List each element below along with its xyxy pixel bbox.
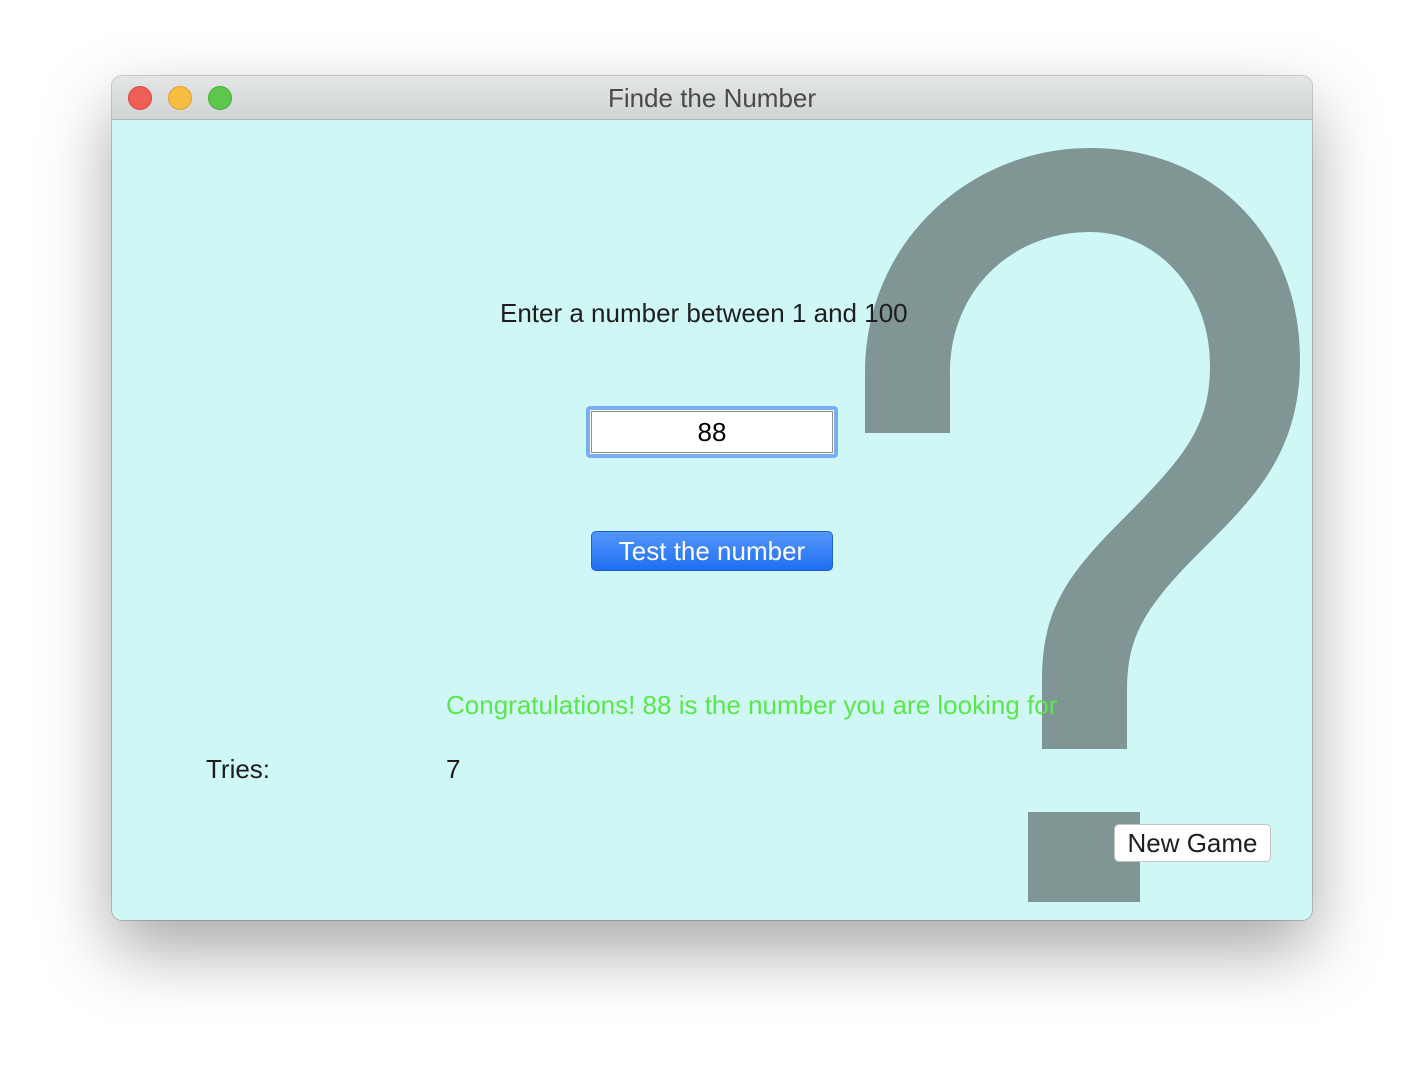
- window-title: Finde the Number: [607, 83, 817, 113]
- test-number-button[interactable]: Test the number: [591, 531, 833, 571]
- prompt-label: Enter a number between 1 and 100: [500, 298, 908, 328]
- number-input[interactable]: 88: [586, 406, 838, 458]
- content-area: Enter a number between 1 and 100 88 Test…: [112, 120, 1312, 920]
- number-input-value[interactable]: 88: [591, 411, 833, 453]
- title-bar[interactable]: Finde the Number: [112, 76, 1312, 120]
- tries-count: 7: [446, 754, 461, 784]
- new-game-button[interactable]: New Game: [1114, 824, 1271, 862]
- question-mark-hook: [865, 148, 1300, 749]
- question-mark-icon: [865, 148, 1300, 902]
- tries-label: Tries:: [206, 754, 271, 784]
- result-message: Congratulations! 88 is the number you ar…: [446, 690, 1058, 720]
- app-window: Finde the Number Enter a number between …: [112, 76, 1312, 920]
